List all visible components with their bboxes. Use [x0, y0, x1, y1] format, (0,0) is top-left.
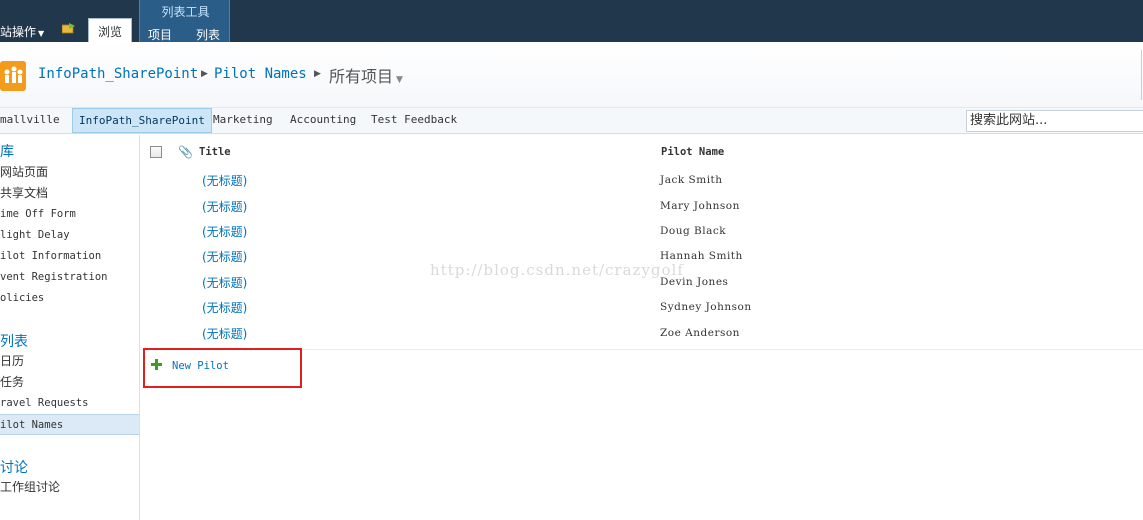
topnav-item-marketing[interactable]: Marketing	[207, 108, 279, 133]
topnav-item-infopath-sharepoint[interactable]: InfoPath_SharePoint	[72, 108, 212, 133]
list-tools-group: 列表工具 项目 列表	[139, 0, 230, 42]
ql-item-pilot-information[interactable]: ilot Information	[0, 246, 139, 267]
row-title-link[interactable]: (无标题)	[202, 274, 247, 291]
plus-icon[interactable]	[151, 359, 162, 370]
breadcrumb-separator-icon: ▶	[201, 69, 208, 79]
ql-item-calendar[interactable]: 日历	[0, 351, 139, 372]
navigate-up-icon[interactable]	[62, 22, 76, 34]
tab-items[interactable]: 项目	[148, 26, 172, 43]
ql-heading-discussions[interactable]: 讨论	[0, 457, 28, 477]
quick-launch: 库 网站页面 共享文档 ime Off Form light Delay ilo…	[0, 135, 140, 520]
row-title-link[interactable]: (无标题)	[202, 248, 247, 265]
ql-item-team-discussion[interactable]: 工作组讨论	[0, 477, 139, 498]
breadcrumb-list-link[interactable]: Pilot Names	[214, 66, 307, 82]
list-tools-title: 列表工具	[161, 5, 210, 19]
row-pilot-name: Zoe Anderson	[660, 327, 740, 339]
new-pilot-link[interactable]: New Pilot	[172, 360, 229, 372]
attachment-icon: 📎	[178, 145, 193, 159]
ql-item-tasks[interactable]: 任务	[0, 372, 139, 393]
row-title-link[interactable]: (无标题)	[202, 299, 247, 316]
list-view: 📎 Title Pilot Name (无标题) Jack Smith (无标题…	[141, 135, 1143, 520]
ql-item-policies[interactable]: olicies	[0, 288, 139, 309]
ql-item-travel-requests[interactable]: ravel Requests	[0, 393, 139, 414]
breadcrumb-separator-icon: ▶	[314, 69, 321, 79]
row-pilot-name: Mary Johnson	[660, 200, 740, 212]
select-all-checkbox[interactable]	[150, 146, 162, 158]
row-title-link[interactable]: (无标题)	[202, 172, 247, 189]
chevron-down-icon: ▼	[396, 75, 403, 85]
dropdown-arrow-icon: ▼	[38, 29, 45, 38]
watermark-text: http://blog.csdn.net/crazygolf	[430, 261, 684, 279]
row-title-link[interactable]: (无标题)	[202, 223, 247, 240]
ql-item-event-registration[interactable]: vent Registration	[0, 267, 139, 288]
site-actions-menu[interactable]: 站操作 ▼	[0, 23, 44, 40]
row-pilot-name: Sydney Johnson	[660, 301, 752, 313]
ql-item-site-pages[interactable]: 网站页面	[0, 162, 139, 183]
tab-list[interactable]: 列表	[196, 26, 220, 43]
ql-item-shared-documents[interactable]: 共享文档	[0, 183, 139, 204]
topnav-item-smallville[interactable]: mallville	[0, 108, 66, 133]
view-selector-label: 所有项目	[329, 67, 394, 86]
row-title-link[interactable]: (无标题)	[202, 198, 247, 215]
breadcrumb-site-link[interactable]: InfoPath_SharePoint	[38, 66, 198, 82]
row-pilot-name: Doug Black	[660, 225, 727, 237]
row-pilot-name: Jack Smith	[660, 174, 723, 186]
ql-item-time-off-form[interactable]: ime Off Form	[0, 204, 139, 225]
search-input[interactable]: 搜索此网站...	[966, 110, 1143, 132]
ql-item-flight-delay[interactable]: light Delay	[0, 225, 139, 246]
ql-item-pilot-names[interactable]: ilot Names	[0, 414, 139, 435]
site-logo-icon	[0, 61, 26, 91]
ribbon-bar: 站操作 ▼ 浏览 列表工具 项目 列表	[0, 0, 1143, 42]
row-title-link[interactable]: (无标题)	[202, 325, 247, 342]
page-title-area: InfoPath_SharePoint ▶ Pilot Names ▶ 所有项目…	[0, 42, 1143, 108]
new-pilot-highlight: New Pilot	[143, 348, 302, 388]
ql-heading-libraries[interactable]: 库	[0, 141, 14, 161]
ql-heading-lists[interactable]: 列表	[0, 331, 28, 351]
column-header-pilot-name[interactable]: Pilot Name	[661, 146, 724, 158]
top-navigation: mallville InfoPath_SharePoint Marketing …	[0, 108, 1143, 134]
topnav-item-test-feedback[interactable]: Test Feedback	[365, 108, 463, 133]
view-selector[interactable]: 所有项目 ▼	[329, 63, 403, 87]
site-actions-label: 站操作	[0, 25, 37, 39]
tab-browse[interactable]: 浏览	[88, 18, 132, 42]
topnav-item-accounting[interactable]: Accounting	[284, 108, 362, 133]
column-header-title[interactable]: Title	[199, 146, 231, 158]
